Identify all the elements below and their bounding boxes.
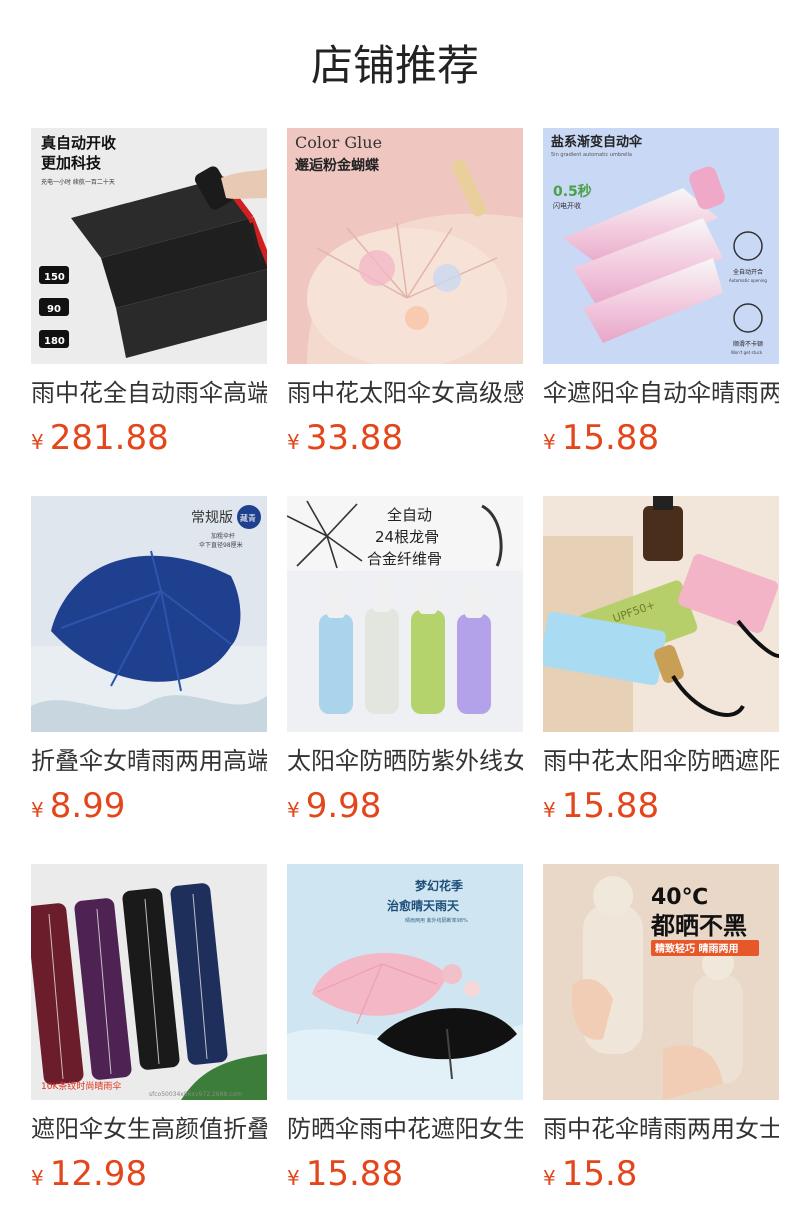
price-value: 12.98: [49, 1154, 148, 1194]
overlay-text: 治愈晴天雨天: [387, 898, 460, 913]
product-price: ¥15.8: [543, 1152, 637, 1196]
product-image[interactable]: 梦幻花季 治愈晴天雨天 晴雨两用 紫外线隔断率98%: [287, 864, 523, 1100]
product-name[interactable]: 遮阳伞女生高颜值折叠: [31, 1112, 267, 1146]
product-image[interactable]: 40℃ 都晒不黑 精致轻巧 晴雨两用: [543, 864, 779, 1100]
overlay-text: 都晒不黑: [650, 912, 747, 940]
product-price: ¥8.99: [31, 784, 125, 828]
overlay-text: 0.5秒: [553, 183, 592, 200]
overlay-text: 真自动开收: [41, 134, 116, 152]
price-value: 15.88: [561, 418, 660, 458]
overlay-text: Won't get stuck: [731, 350, 763, 355]
currency-symbol: ¥: [543, 1166, 556, 1190]
overlay-text: 晴雨两用 紫外线隔断率98%: [405, 917, 468, 924]
product-price: ¥15.88: [287, 1152, 403, 1196]
price-value: 15.8: [561, 1154, 638, 1194]
product-price: ¥281.88: [31, 416, 169, 460]
product-name[interactable]: 雨中花太阳伞女高级感: [287, 376, 523, 410]
product-card[interactable]: 10K条纹时尚晴雨伞 sfco50034x86xv972.2688.com 遮阳…: [31, 864, 267, 1204]
overlay-text: 10K条纹时尚晴雨伞: [41, 1080, 121, 1092]
overlay-badge: 90: [47, 304, 61, 315]
overlay-text: 藏青: [240, 513, 256, 523]
price-value: 281.88: [49, 418, 169, 458]
price-value: 8.99: [49, 786, 126, 826]
overlay-text: 充电一小时 续航一百二十天: [41, 178, 115, 186]
price-value: 33.88: [305, 418, 404, 458]
currency-symbol: ¥: [287, 798, 300, 822]
product-card[interactable]: 40℃ 都晒不黑 精致轻巧 晴雨两用 雨中花伞晴雨两用女士 ¥15.8: [543, 864, 779, 1204]
overlay-text: sfco50034x86xv972.2688.com: [149, 1091, 242, 1098]
product-card[interactable]: 梦幻花季 治愈晴天雨天 晴雨两用 紫外线隔断率98% 防晒伞雨中花遮阳女生 ¥1…: [287, 864, 523, 1204]
overlay-text: 40℃: [651, 885, 708, 910]
overlay-text: Automatic opening: [729, 278, 767, 283]
product-image[interactable]: 盐系渐变自动伞 5in gradient automatic umbrella …: [543, 128, 779, 364]
product-name[interactable]: 雨中花全自动雨伞高端: [31, 376, 267, 410]
product-card[interactable]: 全自动 24根龙骨 合金纤维骨 太阳伞防晒防紫外线女 ¥9.98: [287, 496, 523, 836]
product-price: ¥9.98: [287, 784, 381, 828]
product-image[interactable]: UPF50+: [543, 496, 779, 732]
product-name[interactable]: 伞遮阳伞自动伞晴雨两用: [543, 376, 779, 410]
product-card[interactable]: Color Glue 邂逅粉金蝴蝶 雨中花太阳伞女高级感 ¥33.88: [287, 128, 523, 468]
product-name[interactable]: 雨中花伞晴雨两用女士: [543, 1112, 779, 1146]
product-grid: 真自动开收 更加科技 充电一小时 续航一百二十天 150 90 180 雨中花全…: [0, 0, 790, 1232]
overlay-text: 更加科技: [41, 154, 102, 172]
overlay-text: 合金纤维骨: [367, 550, 442, 568]
price-value: 15.88: [561, 786, 660, 826]
product-card[interactable]: UPF50+ 雨中花太阳伞防晒遮阳 ¥15.88: [543, 496, 779, 836]
currency-symbol: ¥: [287, 1166, 300, 1190]
product-image[interactable]: Color Glue 邂逅粉金蝴蝶: [287, 128, 523, 364]
product-name[interactable]: 雨中花太阳伞防晒遮阳: [543, 744, 779, 778]
product-name[interactable]: 折叠伞女晴雨两用高端: [31, 744, 267, 778]
price-value: 9.98: [305, 786, 382, 826]
overlay-text: 盐系渐变自动伞: [551, 134, 643, 150]
overlay-text: 全自动: [387, 506, 432, 524]
overlay-text: 精致轻巧 晴雨两用: [655, 942, 738, 955]
overlay-text: 梦幻花季: [415, 878, 464, 893]
overlay-text: 加粗伞杆: [211, 532, 235, 540]
product-image[interactable]: 常规版 藏青 加粗伞杆 伞下直径98厘米: [31, 496, 267, 732]
currency-symbol: ¥: [543, 430, 556, 454]
product-image[interactable]: 10K条纹时尚晴雨伞 sfco50034x86xv972.2688.com: [31, 864, 267, 1100]
overlay-text: 邂逅粉金蝴蝶: [295, 157, 380, 174]
overlay-text: 常规版: [191, 510, 233, 526]
price-value: 15.88: [305, 1154, 404, 1194]
overlay-text: 伞下直径98厘米: [199, 541, 243, 549]
product-price: ¥15.88: [543, 416, 659, 460]
currency-symbol: ¥: [543, 798, 556, 822]
overlay-badge: 180: [44, 336, 65, 347]
overlay-badge: 150: [44, 272, 65, 283]
product-image[interactable]: 全自动 24根龙骨 合金纤维骨: [287, 496, 523, 732]
currency-symbol: ¥: [31, 430, 44, 454]
overlay-text: 全自动开合: [733, 268, 763, 276]
overlay-text: 顺滑不卡顿: [733, 340, 763, 348]
currency-symbol: ¥: [287, 430, 300, 454]
currency-symbol: ¥: [31, 1166, 44, 1190]
product-card[interactable]: 真自动开收 更加科技 充电一小时 续航一百二十天 150 90 180 雨中花全…: [31, 128, 267, 468]
product-card[interactable]: 常规版 藏青 加粗伞杆 伞下直径98厘米 折叠伞女晴雨两用高端 ¥8.99: [31, 496, 267, 836]
overlay-text: Color Glue: [295, 133, 382, 152]
product-image[interactable]: 真自动开收 更加科技 充电一小时 续航一百二十天 150 90 180: [31, 128, 267, 364]
product-price: ¥12.98: [31, 1152, 147, 1196]
product-price: ¥33.88: [287, 416, 403, 460]
product-name[interactable]: 防晒伞雨中花遮阳女生: [287, 1112, 523, 1146]
product-card[interactable]: 盐系渐变自动伞 5in gradient automatic umbrella …: [543, 128, 779, 468]
product-name[interactable]: 太阳伞防晒防紫外线女: [287, 744, 523, 778]
currency-symbol: ¥: [31, 798, 44, 822]
overlay-text: 24根龙骨: [375, 528, 439, 546]
overlay-text: 5in gradient automatic umbrella: [551, 152, 632, 158]
overlay-text: 闪电开收: [553, 201, 581, 210]
product-price: ¥15.88: [543, 784, 659, 828]
